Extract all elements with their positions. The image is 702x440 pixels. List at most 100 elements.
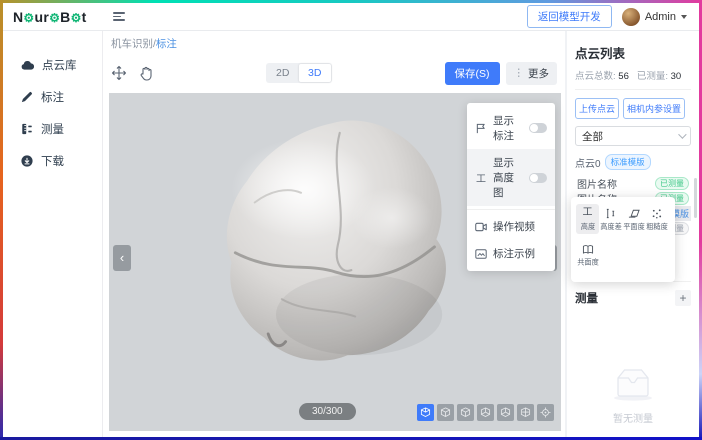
- sidebar-item-download[interactable]: 下载: [3, 145, 102, 177]
- logo-text: t: [82, 9, 87, 25]
- logo-text: N: [13, 9, 23, 25]
- view-cube-button-top[interactable]: [517, 404, 534, 421]
- menu-item-operation-video[interactable]: 操作视频: [467, 213, 555, 240]
- avatar: [622, 8, 640, 26]
- tool-coplanarity[interactable]: 共面度: [576, 240, 599, 270]
- video-icon: [475, 222, 487, 232]
- tool-height-difference[interactable]: 高度差: [599, 204, 622, 234]
- breadcrumb-parent[interactable]: 机车识别: [111, 38, 153, 50]
- view-orientation-controls: [417, 404, 554, 421]
- empty-box-icon: [610, 365, 656, 401]
- tool-height[interactable]: 工 高度: [576, 204, 599, 234]
- height-icon: 工: [583, 207, 593, 219]
- right-panel: 点云列表 点云总数: 56 已测量: 30 上传点云 相机内参设置 全部 点云0…: [567, 31, 699, 437]
- height-icon: 工: [475, 170, 487, 185]
- pointcloud-group-row[interactable]: 点云0 标准模版: [575, 154, 691, 170]
- stat-measured-value: 30: [671, 71, 682, 82]
- stat-total-value: 56: [618, 71, 629, 82]
- frame-edge-top: [0, 0, 702, 3]
- more-dropdown-menu: 显示标注 工 显示高度图 操作视频 标注示例: [467, 103, 555, 271]
- menu-item-label: 显示高度图: [493, 155, 523, 200]
- frame-edge-left: [0, 0, 3, 440]
- sidebar-item-label: 下载: [41, 153, 64, 169]
- menu-item-label: 操作视频: [493, 219, 547, 234]
- measured-badge: 已测量: [655, 177, 689, 190]
- app-window: N⚙ur⚙B⚙t 返回模型开发 Admin 点云库 标注: [3, 3, 699, 437]
- measure-title: 测量: [575, 290, 598, 306]
- coplanarity-icon: [582, 244, 594, 255]
- show-annotation-toggle[interactable]: [529, 123, 547, 133]
- view-cube-button-left[interactable]: [477, 404, 494, 421]
- roughness-icon: [651, 208, 663, 219]
- filter-select[interactable]: 全部: [575, 126, 691, 146]
- menu-item-label: 显示标注: [493, 113, 523, 143]
- sidebar-item-label: 点云库: [42, 57, 77, 73]
- measure-section-header: 测量 +: [575, 281, 691, 306]
- sidebar-item-measure[interactable]: 测量: [3, 113, 102, 145]
- chevron-down-icon: [681, 15, 687, 19]
- add-measure-button[interactable]: +: [675, 290, 691, 306]
- mode-2d-button[interactable]: 2D: [267, 64, 299, 82]
- prev-image-button[interactable]: ‹: [113, 245, 131, 271]
- gear-icon: ⚙: [49, 11, 60, 25]
- tool-label: 平面度: [623, 222, 645, 232]
- show-heightmap-toggle[interactable]: [529, 173, 547, 183]
- sidebar-item-label: 标注: [41, 89, 64, 105]
- image-name: 图片名称: [577, 176, 655, 191]
- download-icon: [21, 155, 33, 167]
- user-menu[interactable]: Admin: [622, 8, 687, 26]
- menu-item-annotation-example[interactable]: 标注示例: [467, 240, 555, 267]
- breadcrumb: 机车识别/标注: [103, 31, 565, 53]
- breadcrumb-current: 标注: [156, 38, 177, 50]
- save-button[interactable]: 保存(S): [445, 62, 500, 85]
- view-cube-button-right[interactable]: [497, 404, 514, 421]
- more-label: 更多: [528, 66, 549, 81]
- menu-divider: [467, 209, 555, 210]
- sidebar-item-annotate[interactable]: 标注: [3, 81, 102, 113]
- pointcloud-stats: 点云总数: 56 已测量: 30: [575, 68, 691, 90]
- logo-text: ur: [34, 9, 49, 25]
- view-cube-button-front[interactable]: [437, 404, 454, 421]
- tool-flatness[interactable]: 平面度: [622, 204, 645, 234]
- more-button[interactable]: ⋮更多: [506, 62, 558, 85]
- upload-pointcloud-button[interactable]: 上传点云: [575, 98, 619, 119]
- sidebar-collapse-icon[interactable]: [113, 10, 125, 23]
- image-row[interactable]: 图片名称 已测量: [575, 176, 691, 191]
- gear-icon: ⚙: [23, 11, 34, 25]
- menu-item-label: 标注示例: [493, 246, 547, 261]
- pointcloud-list-title: 点云列表: [575, 43, 691, 62]
- list-scrollbar[interactable]: [694, 178, 697, 218]
- tooth-3d-model[interactable]: [187, 109, 477, 381]
- hand-drag-icon[interactable]: [139, 66, 153, 81]
- locate-center-button[interactable]: [537, 404, 554, 421]
- menu-item-show-annotation[interactable]: 显示标注: [467, 107, 555, 149]
- flag-icon: [475, 123, 487, 134]
- empty-state: 暂无测量: [567, 365, 699, 425]
- dots-icon: ⋮: [514, 67, 525, 79]
- tool-label: 共面度: [577, 258, 599, 268]
- tool-label: 高度: [580, 222, 594, 232]
- main-area: 机车识别/标注 2D 3D 保存(S) ⋮更多 显示标注: [103, 31, 565, 437]
- tool-label: 粗糙度: [646, 222, 668, 232]
- menu-item-show-heightmap[interactable]: 工 显示高度图: [467, 149, 555, 206]
- pan-move-icon[interactable]: [111, 65, 127, 81]
- mode-3d-button[interactable]: 3D: [299, 64, 331, 82]
- sidebar: 点云库 标注 测量 下载: [3, 31, 103, 437]
- flatness-icon: [628, 208, 640, 218]
- empty-state-text: 暂无测量: [567, 410, 699, 425]
- view-cube-button-iso[interactable]: [417, 404, 434, 421]
- tool-roughness[interactable]: 粗糙度: [645, 204, 668, 234]
- pen-icon: [21, 91, 33, 103]
- filter-selected-value: 全部: [582, 129, 603, 144]
- chevron-down-icon: [678, 130, 686, 138]
- pointcloud-name: 点云0: [575, 155, 601, 170]
- back-to-model-dev-button[interactable]: 返回模型开发: [527, 5, 612, 28]
- gear-icon: ⚙: [71, 11, 82, 25]
- stat-total-label: 点云总数:: [575, 71, 616, 82]
- ruler-icon: [21, 123, 33, 135]
- camera-intrinsics-button[interactable]: 相机内参设置: [623, 98, 685, 119]
- template-tag: 标准模版: [605, 154, 651, 170]
- cloud-icon: [21, 60, 34, 71]
- view-cube-button-back[interactable]: [457, 404, 474, 421]
- sidebar-item-pointcloud-library[interactable]: 点云库: [3, 49, 102, 81]
